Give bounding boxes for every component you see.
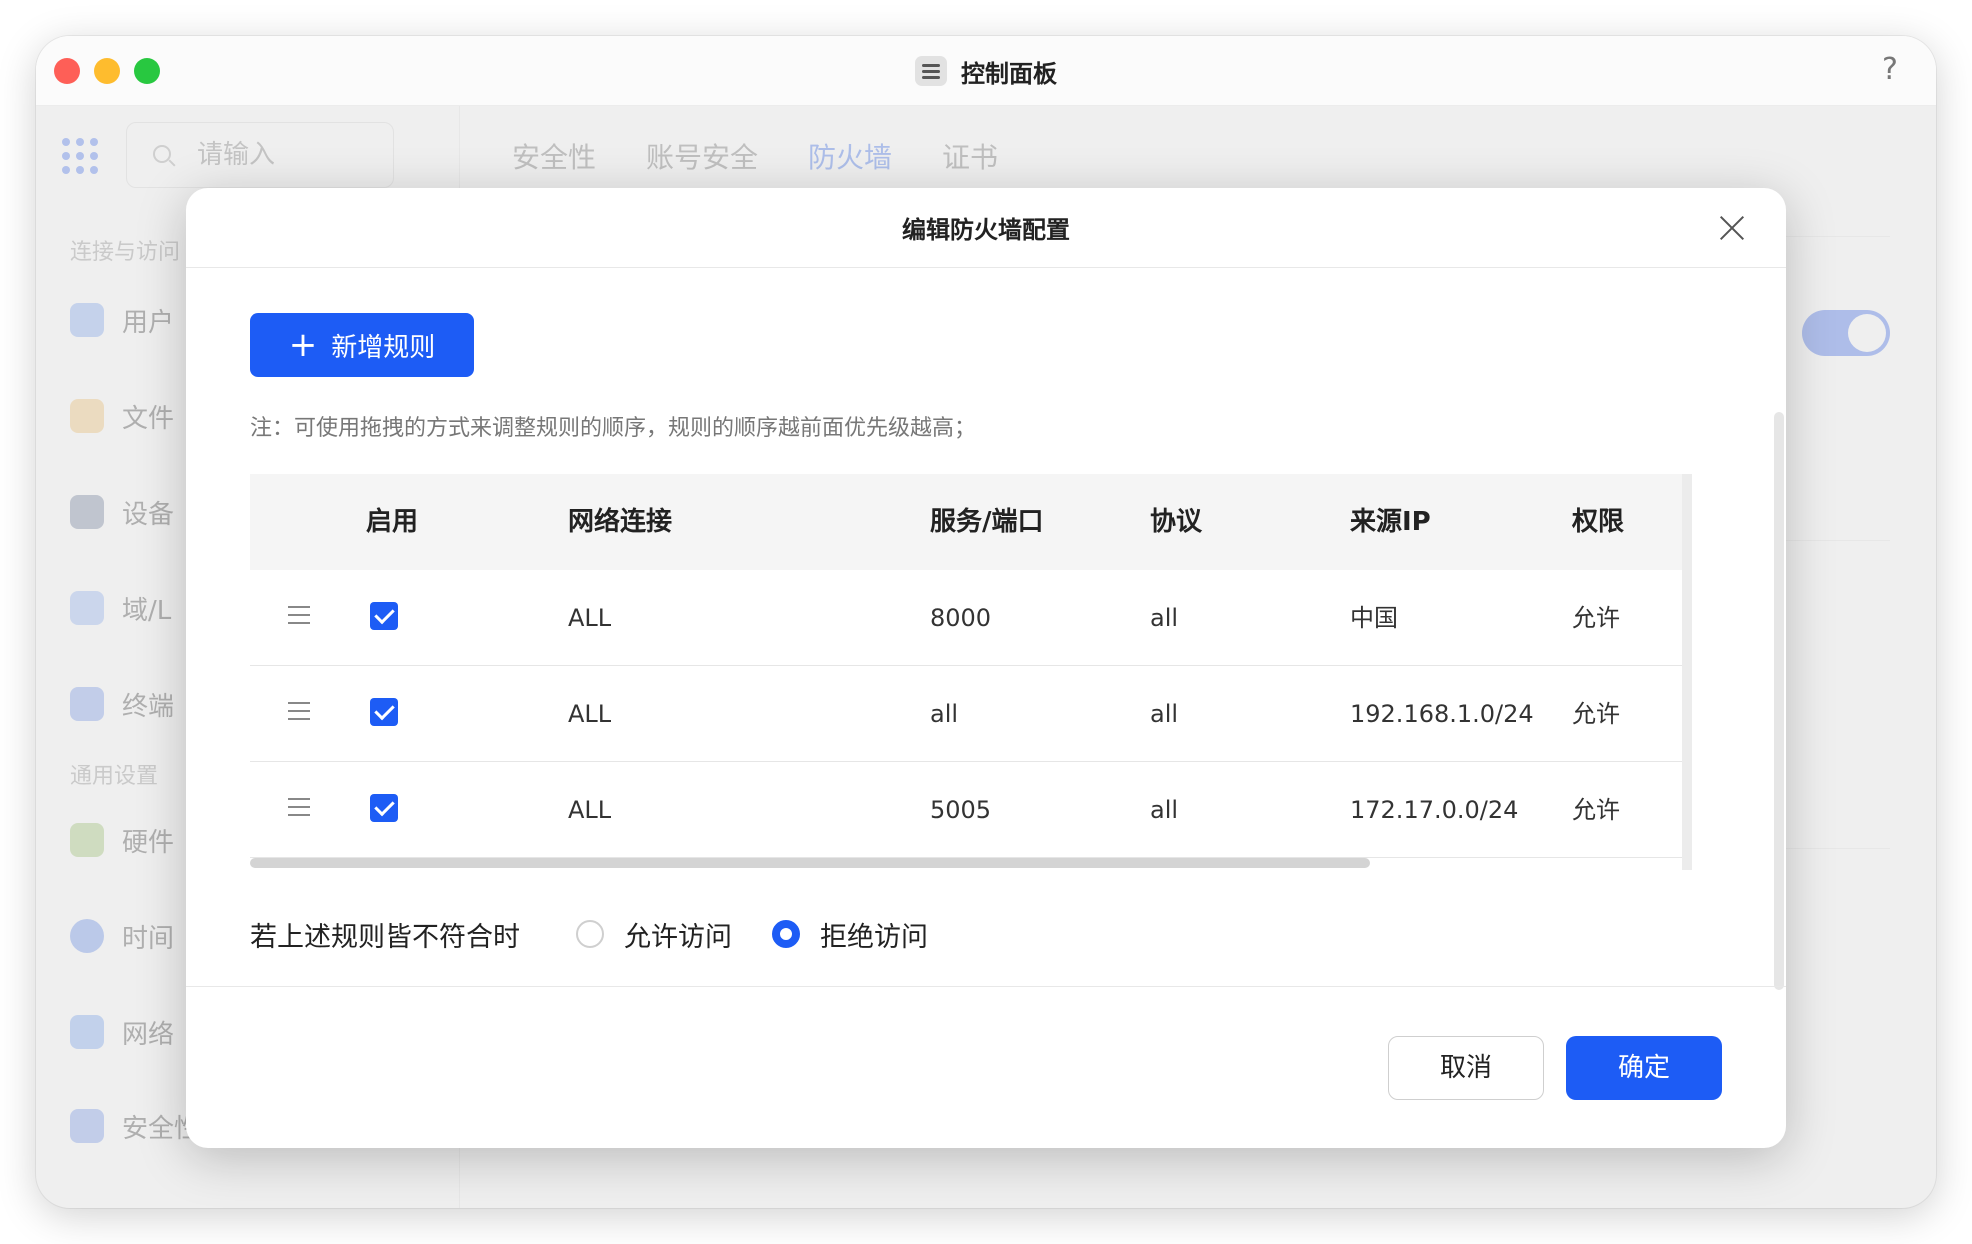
window-title: 控制面板 [961, 59, 1057, 88]
window-title-group: 控制面板 [36, 36, 1936, 106]
table-vertical-scrollbar[interactable] [1682, 474, 1692, 870]
table-row: ALL 8000 all 中国 允许 [250, 570, 1692, 666]
radio-deny-icon [772, 920, 800, 948]
radio-deny-access[interactable]: 拒绝访问 [772, 915, 928, 954]
column-header-port: 服务/端口 [930, 507, 1044, 537]
cell-port: 5005 [930, 796, 992, 824]
table-header: 启用 网络连接 服务/端口 协议 来源IP 权限 [250, 474, 1692, 570]
table-horizontal-scrollbar[interactable] [250, 858, 1370, 868]
column-header-network: 网络连接 [568, 507, 673, 537]
confirm-button[interactable]: 确定 [1566, 1036, 1722, 1100]
cell-permission: 允许 [1572, 796, 1620, 824]
enable-checkbox[interactable] [370, 602, 398, 630]
radio-allow-access[interactable]: 允许访问 [576, 915, 732, 954]
dialog-vertical-scrollbar[interactable] [1774, 412, 1784, 990]
enable-checkbox[interactable] [370, 698, 398, 726]
cell-network: ALL [568, 700, 612, 728]
dialog-title: 编辑防火墙配置 [902, 216, 1070, 244]
titlebar: 控制面板 ? [36, 36, 1936, 106]
cell-port: all [930, 700, 959, 728]
cell-port: 8000 [930, 604, 992, 632]
cancel-button[interactable]: 取消 [1388, 1036, 1544, 1100]
help-icon[interactable]: ? [1870, 50, 1910, 90]
control-panel-icon [915, 56, 947, 86]
drag-handle-icon[interactable] [288, 798, 310, 818]
cell-permission: 允许 [1572, 604, 1620, 632]
cell-source-ip: 192.168.1.0/24 [1350, 700, 1534, 728]
table-row: ALL 5005 all 172.17.0.0/24 允许 [250, 762, 1692, 858]
column-header-permission: 权限 [1572, 507, 1625, 537]
column-header-enabled: 启用 [366, 507, 419, 537]
drag-handle-icon[interactable] [288, 606, 310, 626]
default-action-group: 若上述规则皆不符合时 允许访问 拒绝访问 [250, 910, 968, 958]
enable-checkbox[interactable] [370, 794, 398, 822]
column-header-source-ip: 来源IP [1350, 507, 1431, 537]
cell-protocol: all [1150, 700, 1179, 728]
cell-permission: 允许 [1572, 700, 1620, 728]
ordering-note: 注：可使用拖拽的方式来调整规则的顺序，规则的顺序越前面优先级越高； [250, 416, 977, 441]
cell-source-ip: 中国 [1350, 604, 1398, 632]
footer-divider [186, 986, 1786, 987]
table-row: ALL all all 192.168.1.0/24 允许 [250, 666, 1692, 762]
dialog-header: 编辑防火墙配置 [186, 188, 1786, 268]
column-header-protocol: 协议 [1150, 507, 1203, 537]
default-action-label: 若上述规则皆不符合时 [250, 921, 520, 953]
cell-network: ALL [568, 796, 612, 824]
plus-icon: + [288, 325, 318, 365]
add-rule-button[interactable]: + 新增规则 [250, 313, 474, 377]
cell-protocol: all [1150, 604, 1179, 632]
radio-allow-icon [576, 920, 604, 948]
cell-protocol: all [1150, 796, 1179, 824]
drag-handle-icon[interactable] [288, 702, 310, 722]
cell-source-ip: 172.17.0.0/24 [1350, 796, 1519, 824]
close-icon[interactable] [1718, 214, 1746, 242]
rules-table: 启用 网络连接 服务/端口 协议 来源IP 权限 ALL 8000 all 中国… [250, 474, 1692, 874]
edit-firewall-dialog: 编辑防火墙配置 + 新增规则 注：可使用拖拽的方式来调整规则的顺序，规则的顺序越… [186, 188, 1786, 1148]
cell-network: ALL [568, 604, 612, 632]
